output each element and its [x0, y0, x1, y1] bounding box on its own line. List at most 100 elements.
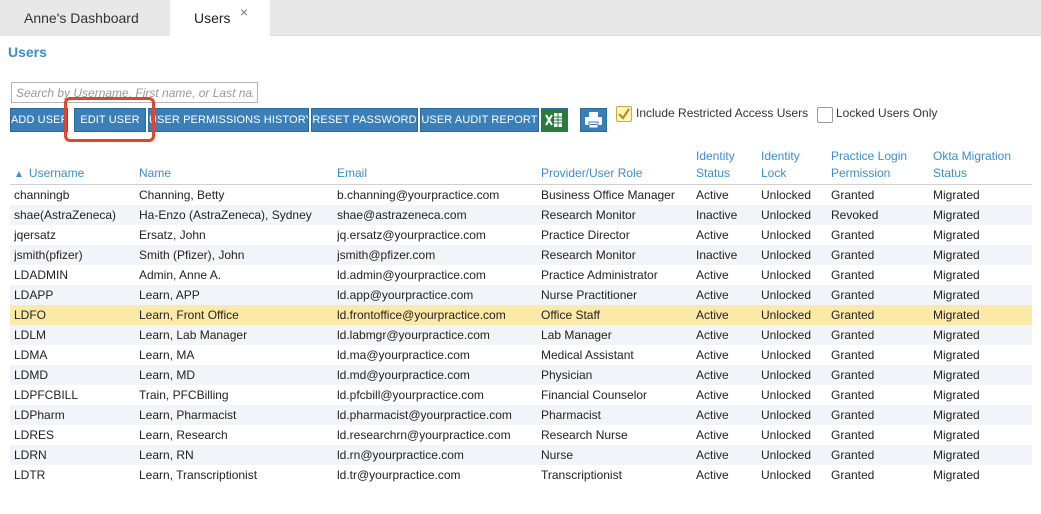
column-header-identity-status[interactable]: Identity Status — [696, 148, 735, 182]
cell-name: Train, PFCBilling — [139, 388, 229, 402]
sort-ascending-icon: ▲ — [14, 169, 24, 180]
cell-role: Research Monitor — [541, 248, 636, 262]
cell-okta-migration-status: Migrated — [933, 288, 980, 302]
table-row[interactable]: LDTR Learn, Transcriptionist ld.tr@yourpra… — [10, 465, 1032, 485]
cell-email: ld.md@yourpractice.com — [337, 368, 470, 382]
column-header-email[interactable]: Email — [337, 165, 367, 182]
column-header-name[interactable]: Name — [139, 165, 171, 182]
column-header-identity-lock[interactable]: Identity Lock — [761, 148, 800, 182]
cell-identity-lock: Unlocked — [761, 408, 812, 422]
cell-okta-migration-status: Migrated — [933, 408, 980, 422]
cell-identity-status: Active — [696, 348, 729, 362]
cell-username: LDMA — [14, 348, 48, 362]
cell-username: LDTR — [14, 468, 46, 482]
cell-email: ld.frontoffice@yourpractice.com — [337, 308, 506, 322]
cell-username: LDMD — [14, 368, 49, 382]
cell-username: LDADMIN — [14, 268, 69, 282]
cell-identity-lock: Unlocked — [761, 428, 812, 442]
cell-identity-lock: Unlocked — [761, 388, 812, 402]
tab-dashboard-label: Anne's Dashboard — [24, 10, 139, 26]
tab-bar: Anne's Dashboard Users × — [0, 0, 1041, 36]
cell-identity-lock: Unlocked — [761, 188, 812, 202]
user-permissions-history-button[interactable]: USER PERMISSIONS HISTORY — [148, 108, 309, 132]
search-input[interactable] — [11, 82, 258, 103]
table-row[interactable]: LDAPP Learn, APP ld.app@yourpractice.com Nu… — [10, 285, 1032, 305]
table-row[interactable]: LDPharm Learn, Pharmacist ld.pharmacist@yo… — [10, 405, 1032, 425]
cell-identity-status: Active — [696, 368, 729, 382]
table-row[interactable]: jqersatz Ersatz, John jq.ersatz@yourpracti… — [10, 225, 1032, 245]
cell-name: Smith (Pfizer), John — [139, 248, 245, 262]
cell-username: LDFO — [14, 308, 47, 322]
cell-practice-login-permission: Granted — [831, 408, 875, 422]
user-audit-report-button[interactable]: USER AUDIT REPORT — [420, 108, 539, 132]
cell-identity-status: Active — [696, 328, 729, 342]
locked-only-label[interactable]: Locked Users Only — [836, 106, 937, 120]
cell-username: shae(AstraZeneca) — [14, 208, 117, 222]
close-icon[interactable]: × — [240, 0, 248, 30]
cell-role: Transcriptionist — [541, 468, 622, 482]
cell-identity-lock: Unlocked — [761, 288, 812, 302]
table-row[interactable]: LDRN Learn, RN ld.rn@yourpractice.com Nurse… — [10, 445, 1032, 465]
table-row[interactable]: LDMA Learn, MA ld.ma@yourpractice.com Medic… — [10, 345, 1032, 365]
table-row[interactable]: jsmith(pfizer) Smith (Pfizer), John jsmith… — [10, 245, 1032, 265]
cell-name: Admin, Anne A. — [139, 268, 222, 282]
cell-email: shae@astrazeneca.com — [337, 208, 467, 222]
cell-role: Business Office Manager — [541, 188, 675, 202]
cell-practice-login-permission: Granted — [831, 228, 875, 242]
include-restricted-label[interactable]: Include Restricted Access Users — [636, 106, 808, 120]
cell-username: LDLM — [14, 328, 47, 342]
add-user-button[interactable]: ADD USER — [10, 108, 68, 132]
cell-role: Research Monitor — [541, 208, 636, 222]
edit-user-button[interactable]: EDIT USER — [74, 108, 146, 132]
cell-name: Learn, APP — [139, 288, 200, 302]
cell-practice-login-permission: Revoked — [831, 208, 879, 222]
tab-users-label: Users — [194, 10, 231, 26]
cell-identity-lock: Unlocked — [761, 328, 812, 342]
column-header-practice-login-permission[interactable]: Practice Login Permission — [831, 148, 907, 182]
cell-identity-lock: Unlocked — [761, 368, 812, 382]
cell-role: Pharmacist — [541, 408, 602, 422]
cell-name: Ersatz, John — [139, 228, 206, 242]
cell-email: b.channing@yourpractice.com — [337, 188, 500, 202]
cell-identity-status: Inactive — [696, 248, 738, 262]
print-button[interactable] — [580, 108, 607, 132]
excel-export-icon — [545, 113, 562, 127]
cell-username: channingb — [14, 188, 70, 202]
cell-practice-login-permission: Granted — [831, 428, 875, 442]
tab-dashboard[interactable]: Anne's Dashboard — [0, 0, 170, 36]
cell-identity-lock: Unlocked — [761, 268, 812, 282]
cell-okta-migration-status: Migrated — [933, 308, 980, 322]
table-row[interactable]: LDLM Learn, Lab Manager ld.labmgr@yourprac… — [10, 325, 1032, 345]
cell-okta-migration-status: Migrated — [933, 268, 980, 282]
cell-username: LDPharm — [14, 408, 65, 422]
cell-identity-status: Active — [696, 228, 729, 242]
cell-username: LDRN — [14, 448, 47, 462]
cell-practice-login-permission: Granted — [831, 368, 875, 382]
cell-identity-status: Active — [696, 448, 729, 462]
locked-only-checkbox[interactable] — [817, 107, 833, 123]
cell-name: Learn, MA — [139, 348, 195, 362]
cell-name: Learn, Transcriptionist — [139, 468, 258, 482]
include-restricted-checkbox[interactable] — [616, 106, 632, 122]
table-row[interactable]: LDPFCBILL Train, PFCBilling ld.pfcbill@you… — [10, 385, 1032, 405]
column-header-okta-migration-status[interactable]: Okta Migration Status — [933, 148, 1011, 182]
cell-practice-login-permission: Granted — [831, 388, 875, 402]
cell-name: Learn, MD — [139, 368, 196, 382]
table-row[interactable]: LDRES Learn, Research ld.researchrn@yourpr… — [10, 425, 1032, 445]
reset-password-button[interactable]: RESET PASSWORD — [311, 108, 418, 132]
table-row[interactable]: LDADMIN Admin, Anne A. ld.admin@yourpracti… — [10, 265, 1032, 285]
cell-practice-login-permission: Granted — [831, 288, 875, 302]
cell-okta-migration-status: Migrated — [933, 368, 980, 382]
cell-okta-migration-status: Migrated — [933, 248, 980, 262]
excel-export-button[interactable] — [541, 108, 568, 132]
table-row[interactable]: channingb Channing, Betty b.channing@yourp… — [10, 185, 1032, 205]
tab-users[interactable]: Users × — [170, 0, 270, 36]
column-header-role[interactable]: Provider/User Role — [541, 165, 642, 182]
column-header-username[interactable]: ▲ Username — [14, 165, 84, 183]
table-row[interactable]: LDFO Learn, Front Office ld.frontoffice@yo… — [10, 305, 1032, 325]
table-row[interactable]: shae(AstraZeneca) Ha-Enzo (AstraZeneca), … — [10, 205, 1032, 225]
table-row[interactable]: LDMD Learn, MD ld.md@yourpractice.com Physi… — [10, 365, 1032, 385]
cell-identity-status: Active — [696, 468, 729, 482]
cell-identity-lock: Unlocked — [761, 308, 812, 322]
cell-username: jsmith(pfizer) — [14, 248, 83, 262]
